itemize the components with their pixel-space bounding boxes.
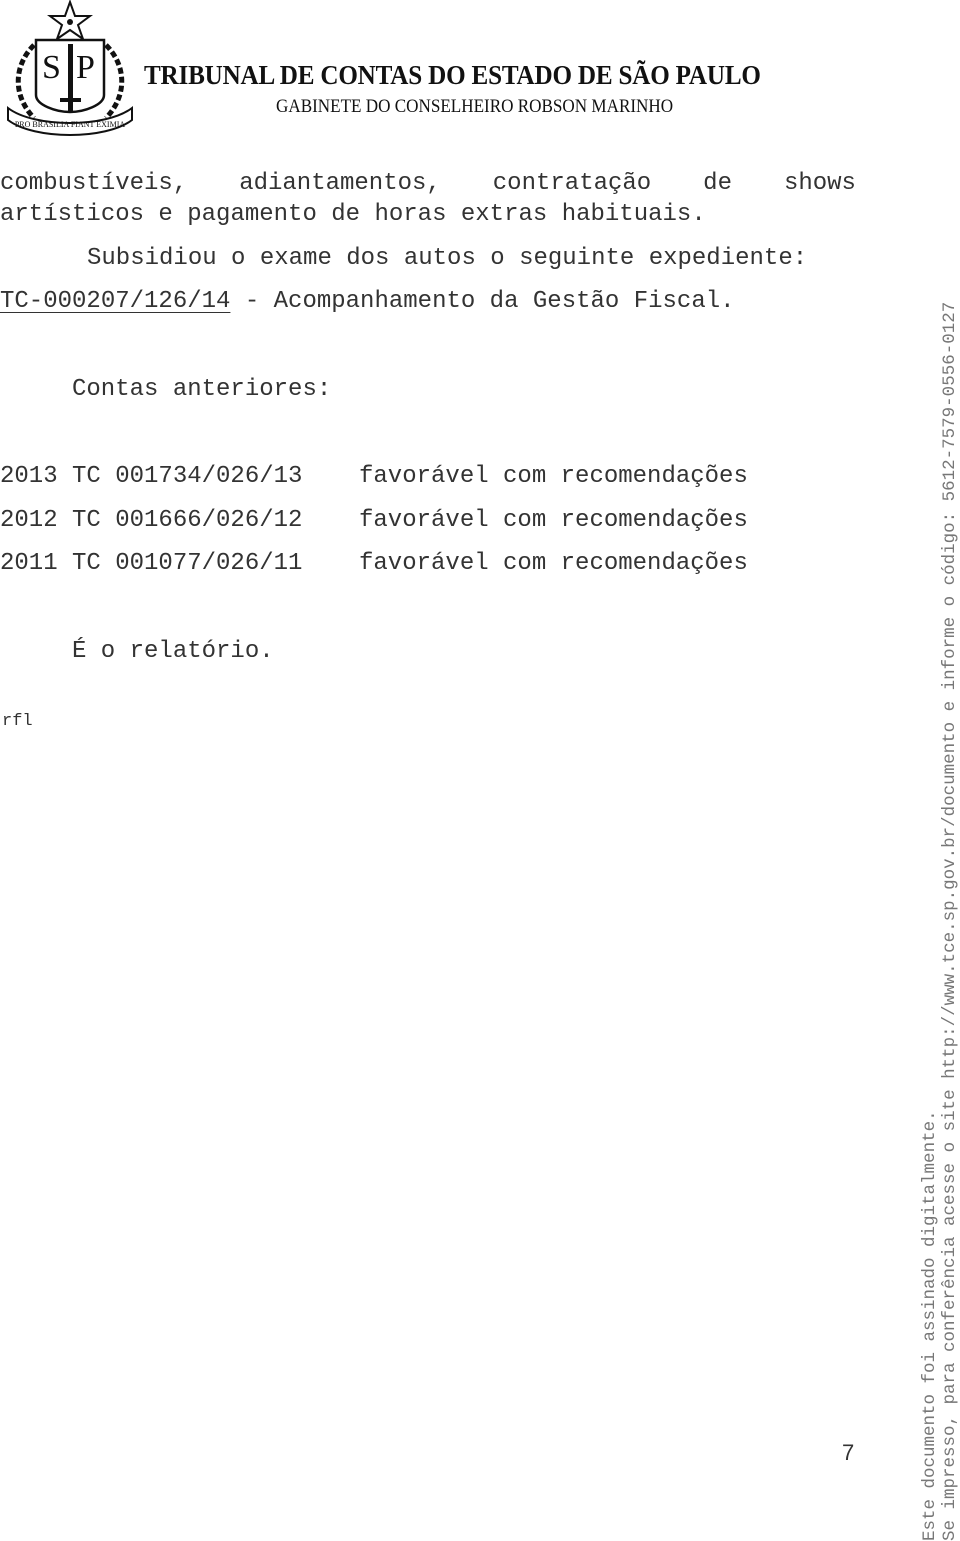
page-number: 7 (842, 1440, 855, 1465)
account-year: 2013 (0, 463, 58, 490)
word: adiantamentos, (239, 170, 441, 197)
closing-statement: É o relatório. (72, 638, 274, 665)
office-subtitle: GABINETE DO CONSELHEIRO ROBSON MARINHO (276, 96, 674, 117)
digital-signature-notice: Este documento foi assinado digitalmente… (920, 1110, 940, 1541)
expedient-intro: Subsidiou o exame dos autos o seguinte e… (87, 245, 808, 272)
emblem-motto: PRO BRASILIA FIANT EXIMIA (15, 120, 126, 129)
previous-accounts-label: Contas anteriores: (72, 376, 332, 403)
paragraph-line-2: artísticos e pagamento de horas extras h… (0, 201, 706, 228)
institution-title: TRIBUNAL DE CONTAS DO ESTADO DE SÃO PAUL… (144, 60, 761, 90)
expedient-line: TC-000207/126/14 - Acompanhamento da Ges… (0, 290, 735, 314)
verification-notice: Se impresso, para conferência acesse o s… (940, 301, 960, 1541)
account-result: favorável com recomendações (359, 507, 748, 534)
paragraph-line-1: combustíveis, adiantamentos, contratação… (0, 172, 856, 196)
account-year: 2012 (0, 507, 58, 534)
account-result: favorável com recomendações (359, 463, 748, 490)
account-process: TC 001666/026/12 (72, 507, 303, 534)
account-process: TC 001077/026/11 (72, 550, 303, 577)
word: de (703, 170, 732, 197)
word: combustíveis, (0, 170, 188, 197)
account-year: 2011 (0, 550, 58, 577)
word: contratação (492, 170, 652, 197)
word: shows (783, 170, 856, 197)
author-initials: rfl (2, 712, 33, 731)
expedient-reference-link[interactable]: TC-000207/126/14 (0, 288, 230, 315)
account-result: favorável com recomendações (359, 550, 748, 577)
expedient-description: - Acompanhamento da Gestão Fiscal. (230, 288, 735, 315)
account-process: TC 001734/026/13 (72, 463, 303, 490)
